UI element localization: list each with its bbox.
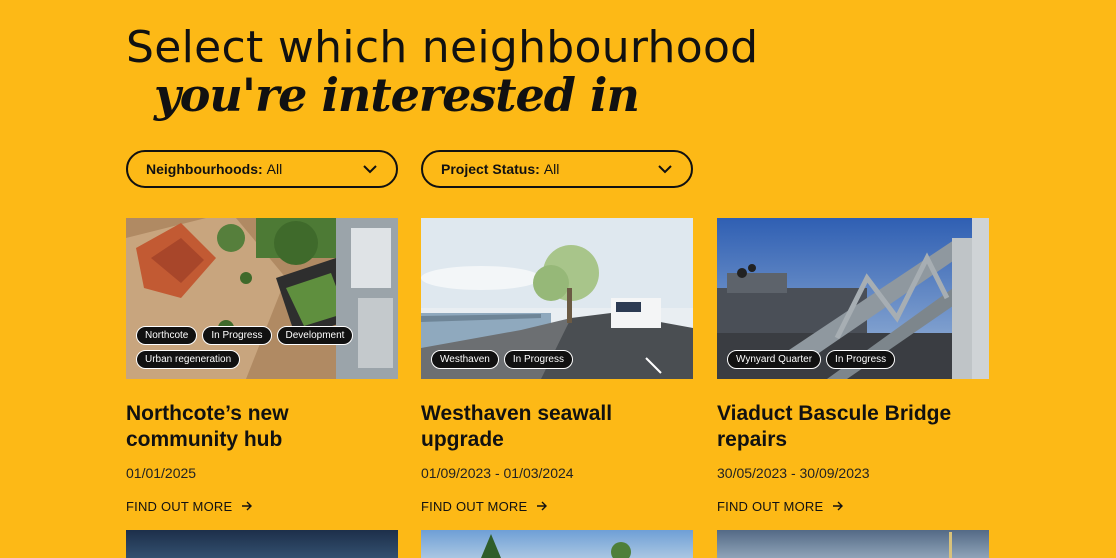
tag[interactable]: In Progress <box>826 350 896 369</box>
trees-image <box>481 534 631 558</box>
find-out-more-link[interactable]: FIND OUT MORE <box>126 499 398 514</box>
project-date: 01/01/2025 <box>126 465 197 481</box>
arrow-right-icon <box>537 499 548 514</box>
project-card[interactable]: Wynyard Quarter In Progress Viaduct Basc… <box>717 218 989 514</box>
project-title[interactable]: Westhaven seawall upgrade <box>421 401 693 453</box>
neighbourhoods-filter[interactable]: Neighbourhoods: All <box>126 150 398 188</box>
project-date: 01/09/2023 - 01/03/2024 <box>421 465 574 481</box>
project-image[interactable] <box>421 530 693 558</box>
filter-label: Neighbourhoods: <box>146 161 263 177</box>
tag[interactable]: Westhaven <box>431 350 499 369</box>
filter-value: All <box>266 161 283 177</box>
project-date: 30/05/2023 - 30/09/2023 <box>717 465 870 481</box>
tag[interactable]: Urban regeneration <box>136 350 241 369</box>
arrow-right-icon <box>833 499 844 514</box>
project-title[interactable]: Viaduct Bascule Bridge repairs <box>717 401 989 453</box>
skytower-image <box>949 532 952 558</box>
tag-list: Westhaven In Progress <box>431 350 683 369</box>
tag[interactable]: In Progress <box>503 350 573 369</box>
find-out-more-link[interactable]: FIND OUT MORE <box>421 499 693 514</box>
project-image[interactable] <box>126 530 398 558</box>
link-label: FIND OUT MORE <box>717 499 824 514</box>
tag-list: Northcote In Progress Development Urban … <box>136 326 388 369</box>
filter-value: All <box>543 161 560 177</box>
tag[interactable]: Northcote <box>136 326 198 345</box>
filter-label: Project Status: <box>441 161 540 177</box>
tag[interactable]: Wynyard Quarter <box>727 350 822 369</box>
link-label: FIND OUT MORE <box>421 499 528 514</box>
project-image[interactable]: Northcote In Progress Development Urban … <box>126 218 398 379</box>
tag[interactable]: In Progress <box>202 326 272 345</box>
project-image[interactable]: Westhaven In Progress <box>421 218 693 379</box>
link-label: FIND OUT MORE <box>126 499 233 514</box>
project-image[interactable]: Wynyard Quarter In Progress <box>717 218 989 379</box>
chevron-down-icon <box>657 161 673 177</box>
project-card[interactable]: Northcote In Progress Development Urban … <box>126 218 398 514</box>
project-title[interactable]: Northcote’s new community hub <box>126 401 398 453</box>
project-image[interactable] <box>717 530 989 558</box>
project-card[interactable]: Westhaven In Progress Westhaven seawall … <box>421 218 693 514</box>
tag-list: Wynyard Quarter In Progress <box>727 350 979 369</box>
project-status-filter[interactable]: Project Status: All <box>421 150 693 188</box>
page-title-line2: you're interested in <box>154 68 640 122</box>
chevron-down-icon <box>362 161 378 177</box>
find-out-more-link[interactable]: FIND OUT MORE <box>717 499 989 514</box>
arrow-right-icon <box>242 499 253 514</box>
tag[interactable]: Development <box>276 326 354 345</box>
page-title-line1: Select which neighbourhood <box>126 22 759 73</box>
